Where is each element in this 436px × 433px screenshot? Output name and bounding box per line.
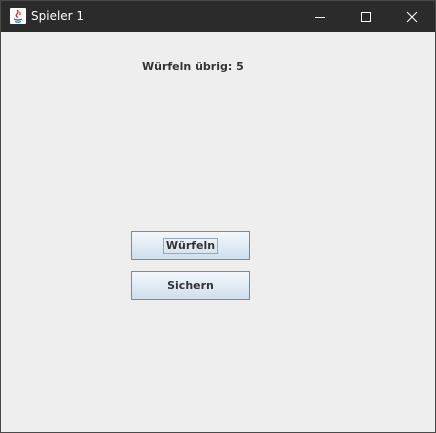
minimize-icon[interactable] [297,1,343,32]
content-panel: Würfeln übrig: 5 Würfeln Sichern [1,32,435,432]
save-button-label: Sichern [167,278,214,292]
close-icon[interactable] [389,1,435,32]
remaining-rolls-label: Würfeln übrig: 5 [142,60,244,73]
roll-button-label: Würfeln [162,237,219,254]
app-window: Spieler 1 Würfeln übrig: 5 Würfeln Siche… [0,0,436,433]
window-title: Spieler 1 [31,9,85,23]
save-button[interactable]: Sichern [131,271,250,300]
title-bar[interactable]: Spieler 1 [1,1,435,32]
java-icon [10,8,26,24]
roll-button[interactable]: Würfeln [131,231,250,260]
maximize-icon[interactable] [343,1,389,32]
